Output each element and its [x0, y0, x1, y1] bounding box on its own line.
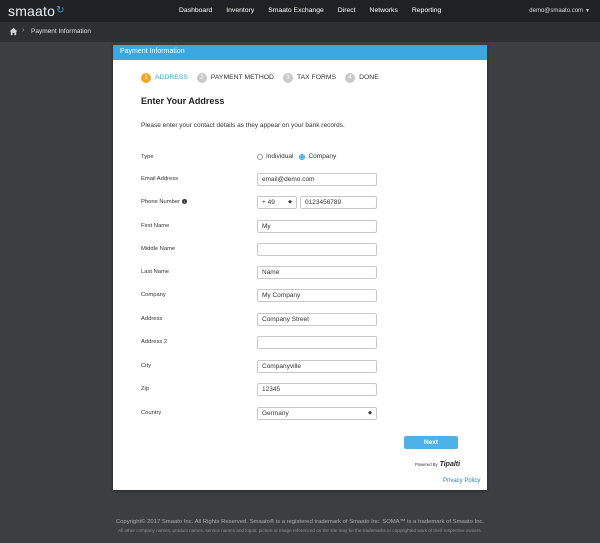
country-code-select[interactable]: + 49 ◆ [257, 196, 297, 209]
form-description: Please enter your contact details as the… [141, 122, 345, 129]
city-field[interactable]: Companyville [257, 360, 377, 373]
email-row: Email Address email@demo.com [141, 173, 461, 186]
email-label: Email Address [141, 176, 179, 182]
nav-reporting[interactable]: Reporting [405, 0, 448, 22]
middle-name-row: Middle Name [141, 243, 461, 256]
country-select[interactable]: Germany ◆ [257, 407, 377, 420]
address-label: Address [141, 316, 163, 322]
top-navbar: smaato↻ Dashboard Inventory Smaato Excha… [0, 0, 600, 22]
phone-label: Phone Number i [141, 199, 187, 205]
smaato-logo[interactable]: smaato↻ [8, 3, 65, 19]
type-label: Type [141, 154, 154, 160]
step-tax-forms: 3 TAX FORMS [282, 72, 337, 83]
breadcrumb-current: Payment Information [31, 28, 91, 35]
breadcrumb-separator-icon: › [22, 27, 25, 34]
step-label: PAYMENT METHOD [210, 74, 274, 81]
step-done: 4 DONE [345, 72, 379, 83]
last-name-field[interactable]: Name [257, 266, 377, 279]
privacy-policy-link[interactable]: Privacy Policy [443, 478, 480, 484]
phone-field[interactable]: 0123456789 [300, 196, 377, 209]
step-payment-method: 2 PAYMENT METHOD [196, 72, 274, 83]
zip-field[interactable]: 12345 [257, 383, 377, 396]
address2-field[interactable] [257, 336, 377, 349]
next-button[interactable]: Next [404, 436, 458, 449]
last-name-label: Last Name [141, 269, 170, 275]
email-field[interactable]: email@demo.com [257, 173, 377, 186]
last-name-row: Last Name Name [141, 266, 461, 279]
middle-name-field[interactable] [257, 243, 377, 256]
home-icon[interactable] [9, 27, 18, 36]
step-label: ADDRESS [155, 74, 188, 81]
address2-row: Address 2 [141, 336, 461, 349]
step-number: 2 [196, 72, 207, 83]
card-header: Payment Information [113, 45, 487, 60]
step-number: 3 [282, 72, 293, 83]
company-row: Company My Company [141, 289, 461, 302]
tipalti-logo: Tipalti [439, 461, 461, 468]
radio-label: Individual [266, 153, 294, 160]
type-radio-group: Individual Company [257, 153, 342, 160]
radio-checked-icon [299, 153, 306, 160]
logo-swirl-icon: ↻ [56, 5, 65, 16]
city-row: City Companyville [141, 360, 461, 373]
company-field[interactable]: My Company [257, 289, 377, 302]
step-label: TAX FORMS [296, 74, 337, 81]
nav-direct[interactable]: Direct [331, 0, 363, 22]
radio-circle-icon [257, 153, 263, 160]
country-label: Country [141, 410, 162, 416]
address-row: Address Company Street [141, 313, 461, 326]
first-name-row: First Name My [141, 220, 461, 233]
first-name-label: First Name [141, 223, 170, 229]
chevron-down-icon: ▼ [585, 8, 590, 14]
company-label: Company [141, 292, 166, 298]
city-label: City [141, 363, 151, 369]
step-number: 1 [141, 72, 151, 83]
nav-smaato-exchange[interactable]: Smaato Exchange [261, 0, 331, 22]
form-title: Enter Your Address [141, 96, 225, 106]
nav-inventory[interactable]: Inventory [219, 0, 261, 22]
info-icon[interactable]: i [182, 199, 187, 204]
breadcrumb: › Payment Information [0, 22, 600, 42]
zip-label: Zip [141, 386, 150, 392]
nav-networks[interactable]: Networks [363, 0, 405, 22]
step-address: 1 ADDRESS [141, 72, 188, 83]
card-header-title: Payment Information [120, 48, 185, 55]
country-row: Country Germany ◆ [141, 407, 461, 420]
select-arrows-icon: ◆ [288, 199, 292, 205]
powered-by-tipalti: Powered By Tipalti [415, 461, 461, 468]
nav-dashboard[interactable]: Dashboard [172, 0, 219, 22]
address-field[interactable]: Company Street [257, 313, 377, 326]
middle-name-label: Middle Name [141, 246, 176, 252]
radio-label: Company [308, 153, 337, 160]
user-menu[interactable]: demo@smaato.com ▼ [529, 0, 590, 22]
first-name-field[interactable]: My [257, 220, 377, 233]
select-arrows-icon: ◆ [368, 410, 372, 416]
step-number: 4 [345, 72, 356, 83]
zip-row: Zip 12345 [141, 383, 461, 396]
type-row: Type Individual Company [141, 151, 461, 164]
payment-card: Payment Information 1 ADDRESS 2 PAYMENT … [113, 45, 487, 490]
phone-row: Phone Number i + 49 ◆ 0123456789 [141, 196, 461, 209]
footer-copyright: Copyright© 2017 Smaato Inc. All Rights R… [115, 519, 485, 525]
radio-individual[interactable]: Individual [257, 153, 293, 160]
address2-label: Address 2 [141, 339, 168, 345]
wizard-steps: 1 ADDRESS 2 PAYMENT METHOD 3 TAX FORMS 4… [141, 72, 388, 83]
footer-trademarks: All other company names, product names, … [118, 528, 482, 533]
radio-company[interactable]: Company [299, 153, 336, 160]
step-label: DONE [359, 74, 379, 81]
main-nav: Dashboard Inventory Smaato Exchange Dire… [172, 0, 448, 22]
